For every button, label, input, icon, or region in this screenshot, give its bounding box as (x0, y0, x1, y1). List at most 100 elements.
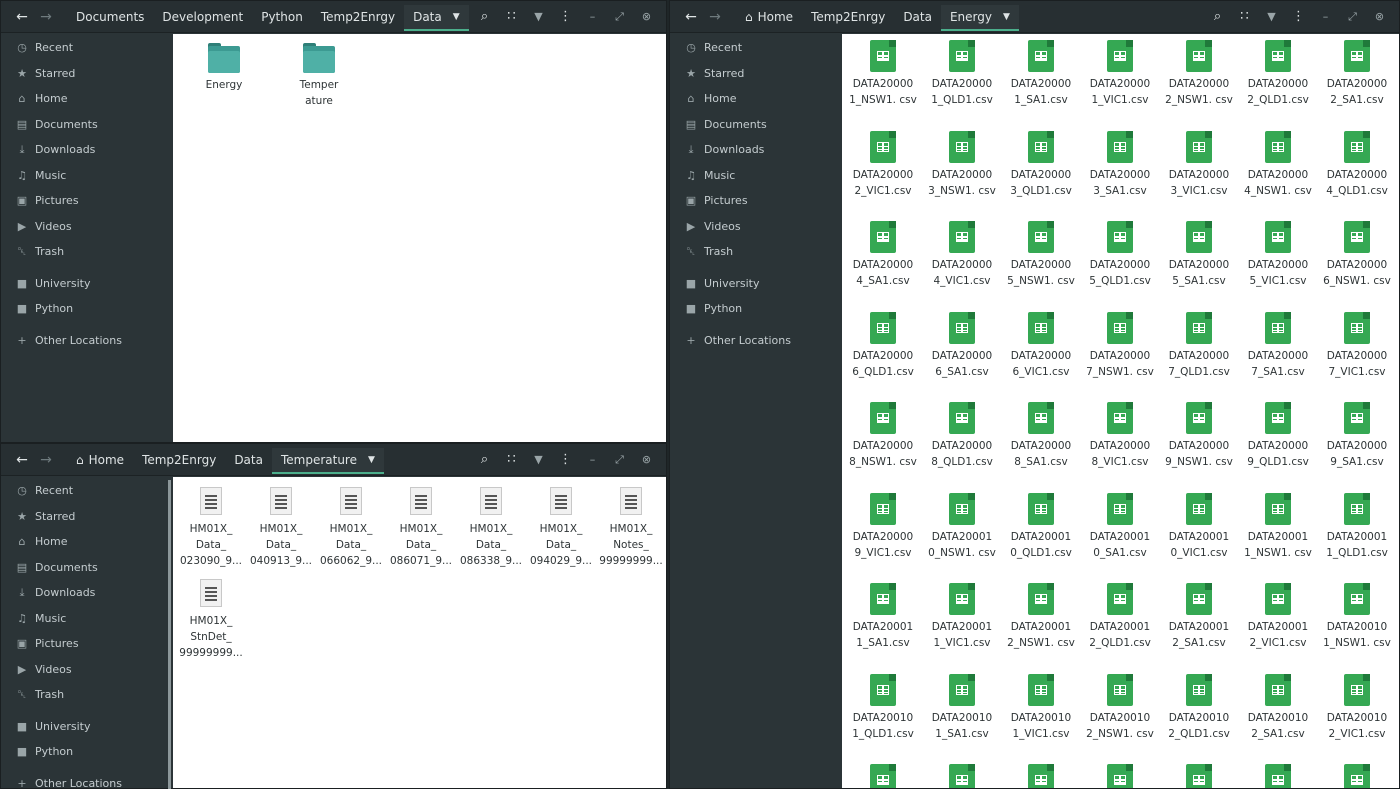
file-item[interactable]: DATA20000 5_VIC1.csv (1239, 217, 1317, 289)
file-item[interactable]: DATA20000 4_SA1.csv (844, 217, 922, 289)
close-icon[interactable]: ⊗ (633, 449, 660, 471)
file-item[interactable]: DATA20001 1_QLD1.csv (1318, 489, 1396, 561)
file-item[interactable]: DATA20000 7_SA1.csv (1239, 308, 1317, 380)
minimize-icon[interactable]: – (579, 6, 606, 28)
file-item[interactable]: DATA20001 2_SA1.csv (1160, 579, 1238, 651)
breadcrumb-item[interactable]: Temp2Enrgy (312, 1, 404, 33)
file-item[interactable]: DATA20000 9_VIC1.csv (844, 489, 922, 561)
file-item[interactable]: DATA20000 3_SA1.csv (1081, 127, 1159, 199)
file-item[interactable]: DATA20000 1_NSW1. csv (844, 36, 922, 108)
file-item[interactable]: DATA20000 8_QLD1.csv (923, 398, 1001, 470)
breadcrumb-current[interactable]: Data ▼ (404, 4, 469, 31)
breadcrumb-current[interactable]: Energy ▼ (940, 4, 1019, 31)
sidebar-item-recent[interactable]: ◷ Recent (1, 35, 173, 61)
sidebar-item-home[interactable]: ⌂ Home (1, 529, 173, 555)
file-item[interactable]: DATA20000 8_NSW1. csv (844, 398, 922, 470)
menu-icon[interactable]: ⋮ (552, 6, 579, 28)
close-icon[interactable]: ⊗ (1366, 6, 1393, 28)
sidebar-item-python[interactable]: ■ Python (670, 296, 842, 322)
breadcrumb-item[interactable]: Documents (67, 1, 153, 33)
file-item[interactable]: DATA20000 6_QLD1.csv (844, 308, 922, 380)
file-item[interactable]: DATA20001 0_NSW1. csv (923, 489, 1001, 561)
minimize-icon[interactable]: – (579, 449, 606, 471)
file-item[interactable]: DATA20000 2_SA1.csv (1318, 36, 1396, 108)
view-toggle-icon[interactable]: ∷ (498, 6, 525, 28)
search-icon[interactable]: ⌕ (471, 6, 498, 28)
close-icon[interactable]: ⊗ (633, 6, 660, 28)
breadcrumb-item[interactable]: Temp2Enrgy (133, 444, 225, 476)
file-item[interactable]: DATA20000 4_NSW1. csv (1239, 127, 1317, 199)
minimize-icon[interactable]: – (1312, 6, 1339, 28)
file-item[interactable]: DATA20000 1_SA1.csv (1002, 36, 1080, 108)
back-icon[interactable]: ← (11, 6, 33, 28)
search-icon[interactable]: ⌕ (1204, 6, 1231, 28)
breadcrumb-item[interactable]: ⌂ Home (736, 1, 802, 33)
file-item[interactable] (1239, 760, 1317, 788)
view-toggle-icon[interactable]: ∷ (498, 449, 525, 471)
file-item[interactable]: DATA20000 8_VIC1.csv (1081, 398, 1159, 470)
chevron-down-icon[interactable]: ▼ (525, 449, 552, 471)
file-item[interactable]: DATA20000 9_NSW1. csv (1160, 398, 1238, 470)
file-item[interactable]: DATA20001 0_SA1.csv (1081, 489, 1159, 561)
sidebar-item-pictures[interactable]: ▣ Pictures (670, 188, 842, 214)
file-item[interactable]: DATA20001 1_SA1.csv (844, 579, 922, 651)
file-item[interactable] (1318, 760, 1396, 788)
sidebar-item-other-locations[interactable]: + Other Locations (1, 771, 173, 788)
sidebar-item-pictures[interactable]: ▣ Pictures (1, 631, 173, 657)
breadcrumb-item[interactable]: Temp2Enrgy (802, 1, 894, 33)
file-item[interactable] (844, 760, 922, 788)
file-item[interactable]: DATA20010 2_QLD1.csv (1160, 670, 1238, 742)
menu-icon[interactable]: ⋮ (1285, 6, 1312, 28)
file-item[interactable]: HM01X_ Notes_ 99999999... (593, 479, 666, 569)
file-item[interactable]: DATA20000 5_NSW1. csv (1002, 217, 1080, 289)
forward-icon[interactable]: → (35, 6, 57, 28)
breadcrumb-item[interactable]: ⌂ Home (67, 444, 133, 476)
file-item[interactable]: DATA20000 1_QLD1.csv (923, 36, 1001, 108)
maximize-icon[interactable]: ⤢ (1339, 6, 1366, 28)
sidebar-item-trash[interactable]: ␡ Trash (1, 239, 173, 265)
menu-icon[interactable]: ⋮ (552, 449, 579, 471)
back-icon[interactable]: ← (11, 449, 33, 471)
file-item[interactable]: HM01X_ Data_ 066062_9... (313, 479, 389, 569)
file-item[interactable]: DATA20000 3_NSW1. csv (923, 127, 1001, 199)
file-item[interactable]: DATA20010 1_SA1.csv (923, 670, 1001, 742)
file-item[interactable]: HM01X_ Data_ 086071_9... (383, 479, 459, 569)
sidebar-item-home[interactable]: ⌂ Home (670, 86, 842, 112)
sidebar-item-other-locations[interactable]: + Other Locations (670, 328, 842, 354)
sidebar-item-music[interactable]: ♫ Music (1, 163, 173, 189)
sidebar-item-home[interactable]: ⌂ Home (1, 86, 173, 112)
file-item[interactable]: DATA20010 2_SA1.csv (1239, 670, 1317, 742)
file-item[interactable]: HM01X_ Data_ 094029_9... (523, 479, 599, 569)
file-item[interactable]: DATA20000 1_VIC1.csv (1081, 36, 1159, 108)
file-item[interactable]: HM01X_ StnDet_ 99999999... (173, 571, 249, 661)
sidebar-item-videos[interactable]: ▶ Videos (670, 214, 842, 240)
sidebar-item-university[interactable]: ■ University (1, 271, 173, 297)
file-item[interactable]: DATA20000 6_NSW1. csv (1318, 217, 1396, 289)
file-item[interactable]: DATA20001 0_QLD1.csv (1002, 489, 1080, 561)
file-item[interactable]: DATA20000 2_NSW1. csv (1160, 36, 1238, 108)
breadcrumb-current[interactable]: Temperature ▼ (271, 447, 384, 474)
chevron-down-icon[interactable]: ▼ (1258, 6, 1285, 28)
search-icon[interactable]: ⌕ (471, 449, 498, 471)
file-item[interactable]: DATA20000 7_QLD1.csv (1160, 308, 1238, 380)
sidebar-item-music[interactable]: ♫ Music (670, 163, 842, 189)
forward-icon[interactable]: → (35, 449, 57, 471)
sidebar-item-music[interactable]: ♫ Music (1, 606, 173, 632)
file-item[interactable]: DATA20000 9_SA1.csv (1318, 398, 1396, 470)
scrollbar[interactable] (168, 480, 171, 789)
sidebar-item-starred[interactable]: ★ Starred (670, 61, 842, 87)
sidebar-item-recent[interactable]: ◷ Recent (1, 478, 173, 504)
sidebar-item-trash[interactable]: ␡ Trash (1, 682, 173, 708)
file-item[interactable]: DATA20000 2_QLD1.csv (1239, 36, 1317, 108)
file-item[interactable] (923, 760, 1001, 788)
file-item[interactable]: DATA20000 3_VIC1.csv (1160, 127, 1238, 199)
file-item[interactable]: DATA20000 5_QLD1.csv (1081, 217, 1159, 289)
file-item[interactable] (1081, 760, 1159, 788)
file-item[interactable] (1002, 760, 1080, 788)
file-item[interactable] (1160, 760, 1238, 788)
file-item[interactable]: DATA20001 2_VIC1.csv (1239, 579, 1317, 651)
sidebar-item-python[interactable]: ■ Python (1, 739, 173, 765)
sidebar-item-starred[interactable]: ★ Starred (1, 504, 173, 530)
file-item[interactable]: HM01X_ Data_ 040913_9... (243, 479, 319, 569)
file-item[interactable]: DATA20000 4_QLD1.csv (1318, 127, 1396, 199)
